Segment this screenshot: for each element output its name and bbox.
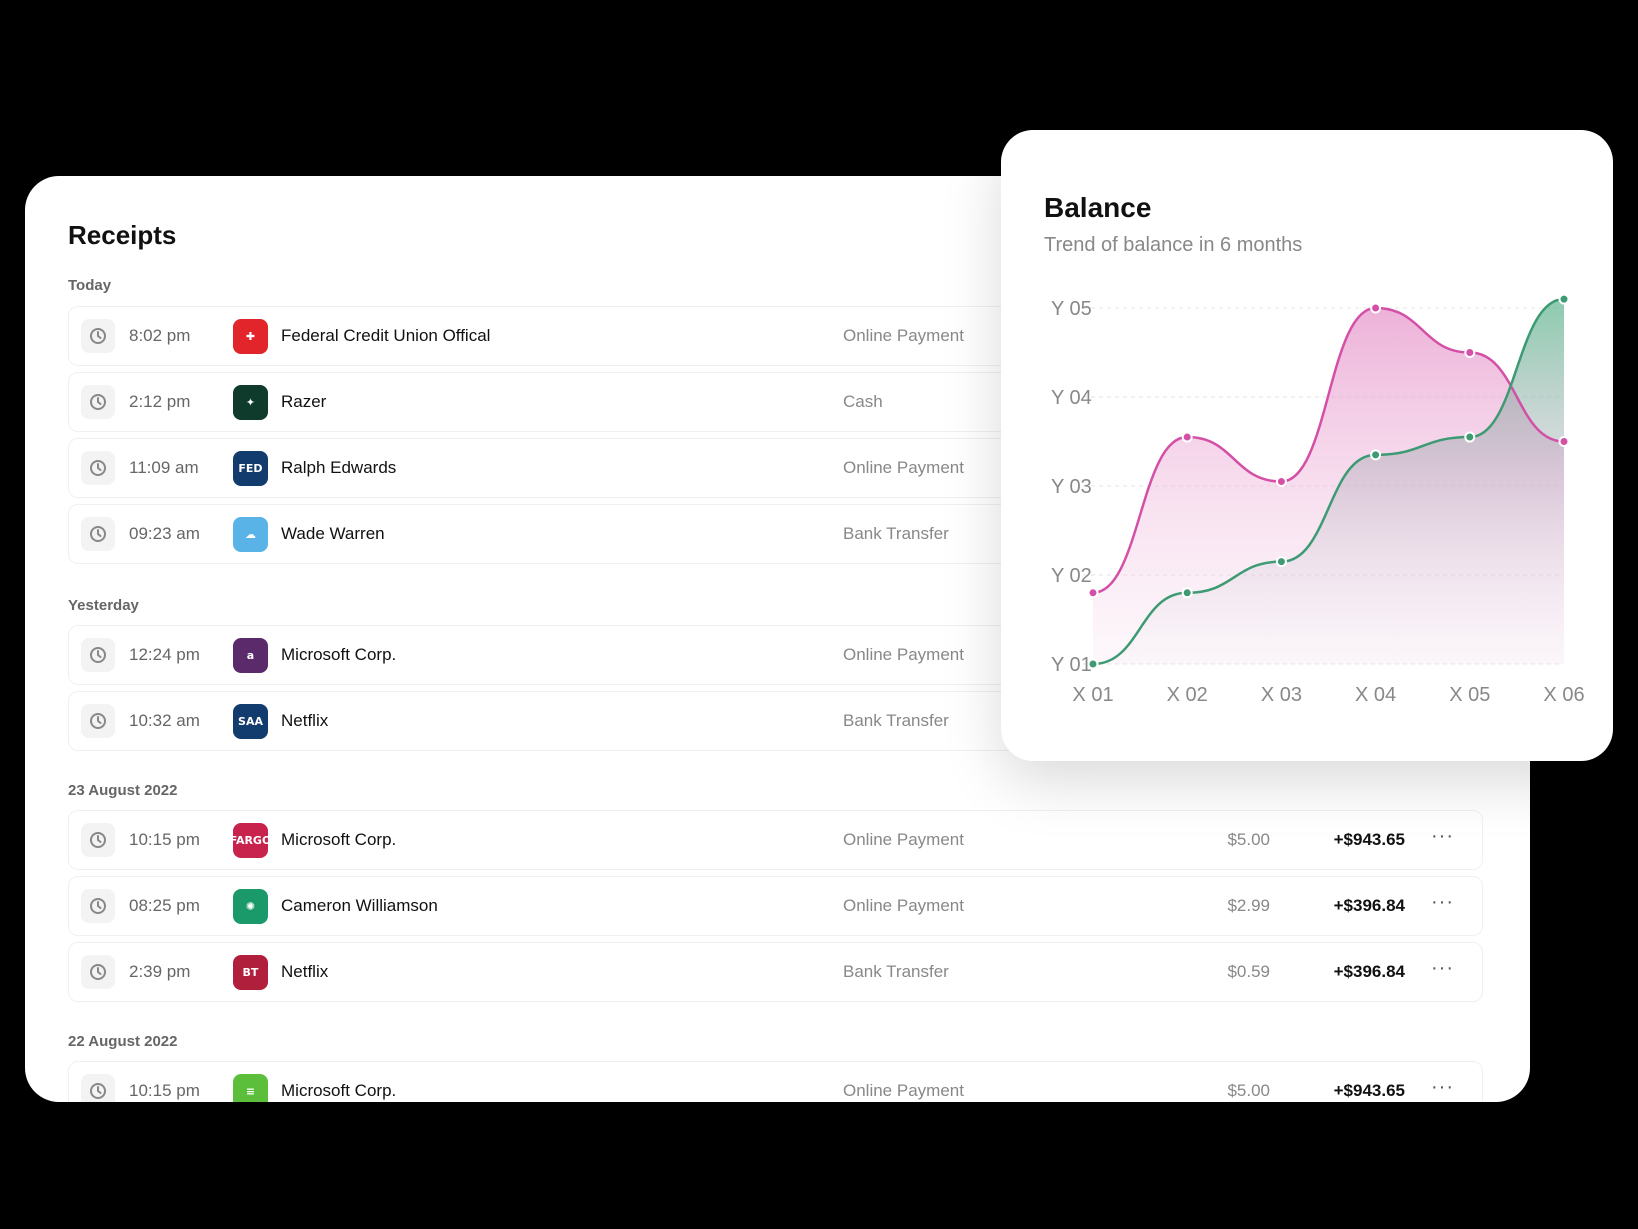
payment-method: Bank Transfer <box>843 962 949 981</box>
payment-method: Online Payment <box>843 896 964 915</box>
payment-method: Online Payment <box>843 830 964 849</box>
receipt-time: 08:25 pm <box>129 896 200 915</box>
series-0-point[interactable] <box>1087 587 1099 599</box>
receipt-fee: $0.59 <box>1227 962 1270 981</box>
payment-method: Bank Transfer <box>843 524 949 543</box>
receipt-amount: +$943.65 <box>1333 1081 1405 1100</box>
x-tick-label: X 01 <box>1072 684 1113 706</box>
receipt-row[interactable]: 10:15 pm FARGO Microsoft Corp. Online Pa… <box>68 810 1483 870</box>
merchant-name: Netflix <box>281 962 329 981</box>
merchant-name: Ralph Edwards <box>281 458 397 477</box>
merchant-logo-icon: ☁ <box>233 517 268 552</box>
series-0-point[interactable] <box>1558 436 1570 447</box>
receipt-time: 12:24 pm <box>129 645 200 664</box>
receipt-time: 8:02 pm <box>129 326 191 345</box>
receipt-time: 09:23 am <box>129 524 200 543</box>
merchant-name: Federal Credit Union Offical <box>281 326 491 345</box>
payment-method: Online Payment <box>843 645 964 664</box>
clock-icon <box>81 823 115 857</box>
merchant-logo-icon: ✚ <box>233 319 268 354</box>
x-tick-label: X 06 <box>1543 684 1584 706</box>
receipt-time: 2:12 pm <box>129 392 191 411</box>
more-options-icon[interactable]: ··· <box>1431 957 1454 980</box>
receipt-fee: $2.99 <box>1227 896 1270 915</box>
series-0-point[interactable] <box>1370 302 1382 314</box>
series-1-point[interactable] <box>1181 587 1193 599</box>
y-tick-label: Y 03 <box>1051 476 1092 498</box>
receipt-time: 11:09 am <box>129 458 199 477</box>
merchant-name: Microsoft Corp. <box>281 645 397 664</box>
receipt-amount: +$396.84 <box>1333 962 1405 981</box>
group-label: 22 August 2022 <box>68 1033 178 1050</box>
receipt-time: 10:15 pm <box>129 1081 200 1100</box>
payment-method: Online Payment <box>843 326 964 345</box>
clock-icon <box>81 704 115 738</box>
balance-card: Balance Trend of balance in 6 months Y 0… <box>1001 130 1613 761</box>
merchant-logo-icon: ✺ <box>233 889 268 924</box>
series-1-point[interactable] <box>1275 556 1287 568</box>
payment-method: Bank Transfer <box>843 711 949 730</box>
y-tick-label: Y 04 <box>1051 387 1092 409</box>
payment-method: Online Payment <box>843 1081 964 1100</box>
series-1-point[interactable] <box>1087 658 1099 670</box>
receipt-row[interactable]: 2:39 pm BT Netflix Bank Transfer $0.59 +… <box>68 942 1483 1002</box>
series-0-point[interactable] <box>1275 476 1287 488</box>
merchant-name: Netflix <box>281 711 329 730</box>
series-1-point[interactable] <box>1464 431 1476 443</box>
receipt-fee: $5.00 <box>1227 830 1270 849</box>
x-tick-label: X 05 <box>1449 684 1490 706</box>
clock-icon <box>81 638 115 672</box>
receipts-title: Receipts <box>68 220 177 250</box>
merchant-logo-icon: SAA <box>233 704 268 739</box>
x-tick-label: X 03 <box>1261 684 1302 706</box>
more-options-icon[interactable]: ··· <box>1431 891 1454 914</box>
merchant-name: Razer <box>281 392 327 411</box>
series-1-point[interactable] <box>1370 449 1382 461</box>
y-tick-label: Y 02 <box>1051 565 1092 587</box>
series-0-point[interactable] <box>1464 347 1476 358</box>
y-tick-label: Y 01 <box>1051 654 1092 676</box>
clock-icon <box>81 451 115 485</box>
payment-method: Cash <box>843 392 883 411</box>
y-tick-label: Y 05 <box>1051 298 1092 320</box>
receipt-time: 10:15 pm <box>129 830 200 849</box>
more-options-icon[interactable]: ··· <box>1431 825 1454 848</box>
merchant-name: Microsoft Corp. <box>281 830 397 849</box>
receipt-time: 10:32 am <box>129 711 200 730</box>
merchant-logo-icon: ≡ <box>233 1074 268 1102</box>
series-0-point[interactable] <box>1181 431 1193 443</box>
clock-icon <box>81 1074 115 1102</box>
x-tick-label: X 02 <box>1167 684 1208 706</box>
merchant-logo-icon: FED <box>233 451 268 486</box>
clock-icon <box>81 955 115 989</box>
receipt-amount: +$396.84 <box>1333 896 1405 915</box>
merchant-logo-icon: a <box>233 638 268 673</box>
merchant-name: Microsoft Corp. <box>281 1081 397 1100</box>
merchant-logo-icon: ✦ <box>233 385 268 420</box>
payment-method: Online Payment <box>843 458 964 477</box>
balance-chart: Y 01 Y 02 Y 03 Y 04 Y 05 X 01 X 02 X 03 X 04 X 05… <box>1051 293 1585 706</box>
clock-icon <box>81 319 115 353</box>
series-1-point[interactable] <box>1558 293 1570 305</box>
receipt-time: 2:39 pm <box>129 962 191 981</box>
clock-icon <box>81 385 115 419</box>
receipt-amount: +$943.65 <box>1333 830 1405 849</box>
receipt-row[interactable]: 08:25 pm ✺ Cameron Williamson Online Pay… <box>68 876 1483 936</box>
merchant-logo-icon: FARGO <box>230 823 271 858</box>
more-options-icon[interactable]: ··· <box>1431 1076 1454 1099</box>
receipt-row[interactable]: 10:15 pm ≡ Microsoft Corp. Online Paymen… <box>68 1061 1483 1102</box>
x-tick-label: X 04 <box>1355 684 1396 706</box>
merchant-name: Cameron Williamson <box>281 896 438 915</box>
merchant-logo-icon: BT <box>233 955 268 990</box>
merchant-name: Wade Warren <box>281 524 385 543</box>
receipt-fee: $5.00 <box>1227 1081 1270 1100</box>
group-label: Today <box>68 277 112 294</box>
clock-icon <box>81 889 115 923</box>
group-label: Yesterday <box>68 597 139 614</box>
clock-icon <box>81 517 115 551</box>
group-label: 23 August 2022 <box>68 782 178 799</box>
